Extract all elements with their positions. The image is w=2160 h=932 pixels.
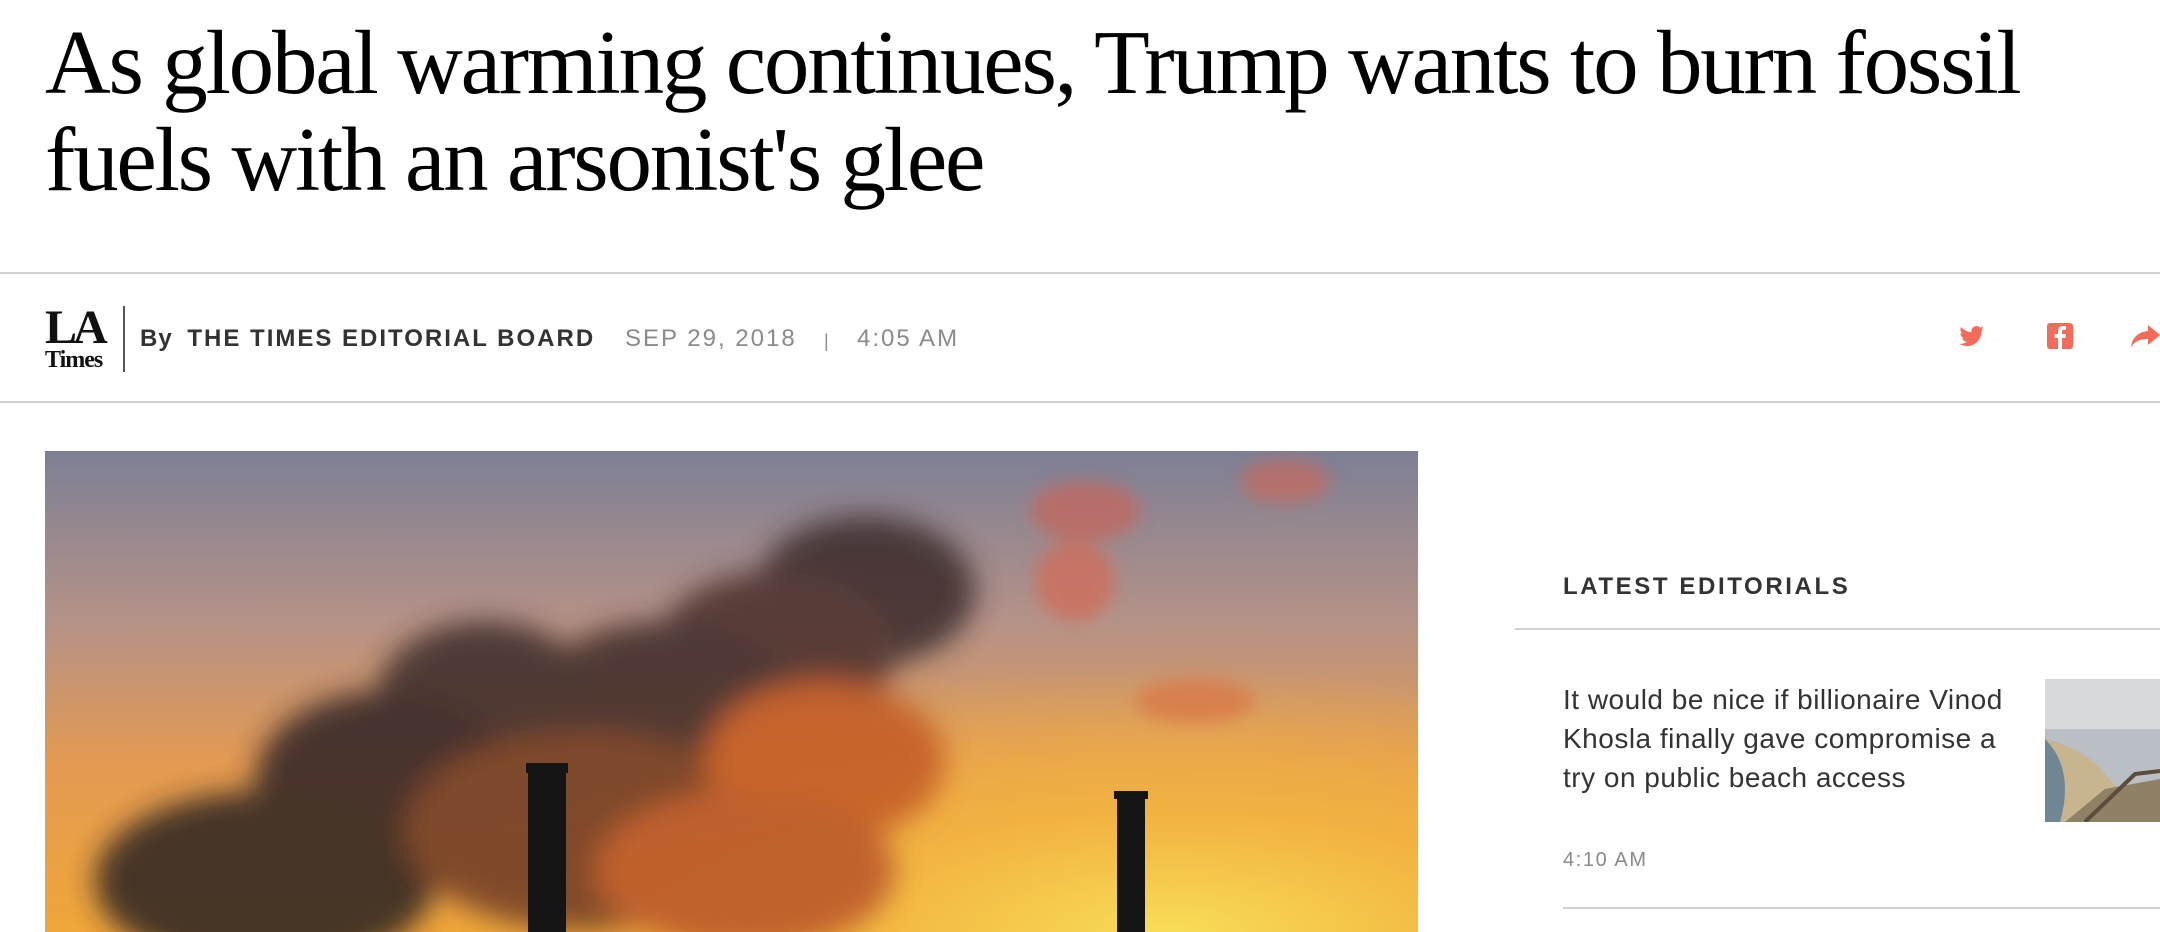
- facebook-icon[interactable]: [2040, 316, 2080, 356]
- hero-image[interactable]: [45, 451, 1418, 932]
- byline-author[interactable]: THE TIMES EDITORIAL BOARD: [187, 325, 595, 352]
- logo-times-text: Times: [45, 347, 103, 373]
- article-headline: As global warming continues, Trump wants…: [45, 12, 2022, 210]
- editorial-thumbnail[interactable]: [2045, 679, 2160, 822]
- divider: [1563, 907, 2160, 909]
- publish-time: 4:05 AM: [857, 325, 960, 352]
- editorial-link-title[interactable]: It would be nice if billionaire Vinod Kh…: [1563, 680, 2023, 797]
- byline-prefix: By: [140, 325, 173, 352]
- publish-date: SEP 29, 2018: [625, 325, 797, 352]
- divider: [1515, 628, 2160, 630]
- byline: By THE TIMES EDITORIAL BOARD: [140, 325, 595, 353]
- logo-la-text: LA: [45, 301, 108, 354]
- logo-divider: [123, 306, 125, 372]
- date-separator: |: [824, 331, 829, 351]
- share-arrow-icon[interactable]: [2126, 316, 2160, 356]
- editorial-link-time: 4:10 AM: [1563, 849, 1648, 871]
- twitter-icon[interactable]: [1952, 316, 1992, 356]
- divider: [0, 401, 2160, 403]
- latest-editorials-heading: LATEST EDITORIALS: [1563, 573, 1851, 600]
- byline-bar: LA Times By THE TIMES EDITORIAL BOARD SE…: [0, 274, 2160, 401]
- la-times-logo[interactable]: LA Times: [45, 301, 111, 373]
